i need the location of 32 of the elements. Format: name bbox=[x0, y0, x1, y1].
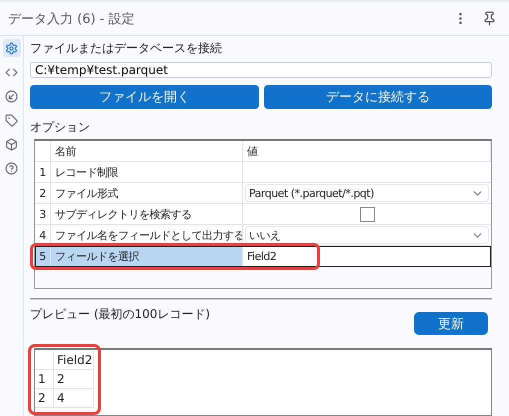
refresh-button[interactable]: 更新 bbox=[414, 312, 488, 335]
tag-icon bbox=[5, 114, 18, 126]
arrow-circle-icon bbox=[5, 90, 18, 102]
dropdown[interactable]: Parquet (*.parquet/*.pqt) bbox=[245, 184, 489, 202]
option-row[interactable]: 1 レコード制限 bbox=[35, 162, 491, 183]
input-field[interactable]: Field2 bbox=[243, 246, 280, 266]
table-cell: 4 bbox=[54, 389, 94, 408]
section-label: ファイルまたはデータベースを接続 bbox=[30, 40, 223, 57]
row-number: 5 bbox=[35, 246, 51, 266]
help-icon bbox=[5, 162, 18, 174]
action-button[interactable]: ファイルを開く bbox=[30, 85, 258, 109]
option-row[interactable]: 4 ファイル名をフィールドとして出力する いいえ bbox=[35, 225, 491, 246]
column-header: Field2 bbox=[54, 351, 94, 370]
section-label: オプション bbox=[30, 119, 91, 136]
row-number: 2 bbox=[35, 389, 54, 408]
settings-icon bbox=[5, 42, 18, 54]
table-cell: フィールドを選択 bbox=[51, 246, 243, 266]
checkbox[interactable] bbox=[360, 206, 374, 222]
code-icon bbox=[5, 66, 18, 78]
cube-icon bbox=[5, 138, 18, 150]
sidebar-item[interactable] bbox=[2, 39, 20, 57]
table-cell: 2 bbox=[54, 370, 94, 389]
option-row[interactable]: 3 サブディレクトリを検索する bbox=[35, 204, 491, 225]
header-corner bbox=[35, 351, 54, 370]
dropdown[interactable]: いいえ bbox=[245, 226, 489, 244]
section-label: プレビュー (最初の100レコード) bbox=[30, 306, 210, 323]
path-field[interactable]: C:¥temp¥test.parquet bbox=[30, 62, 492, 78]
option-row[interactable]: 2 ファイル形式 Parquet (*.parquet/*.pqt) bbox=[35, 183, 491, 204]
pin-icon[interactable] bbox=[482, 11, 497, 26]
row-number: 1 bbox=[35, 370, 54, 389]
window-title: データ入力 (6) - 設定 bbox=[8, 10, 136, 28]
action-button[interactable]: データに接続する bbox=[264, 85, 492, 109]
